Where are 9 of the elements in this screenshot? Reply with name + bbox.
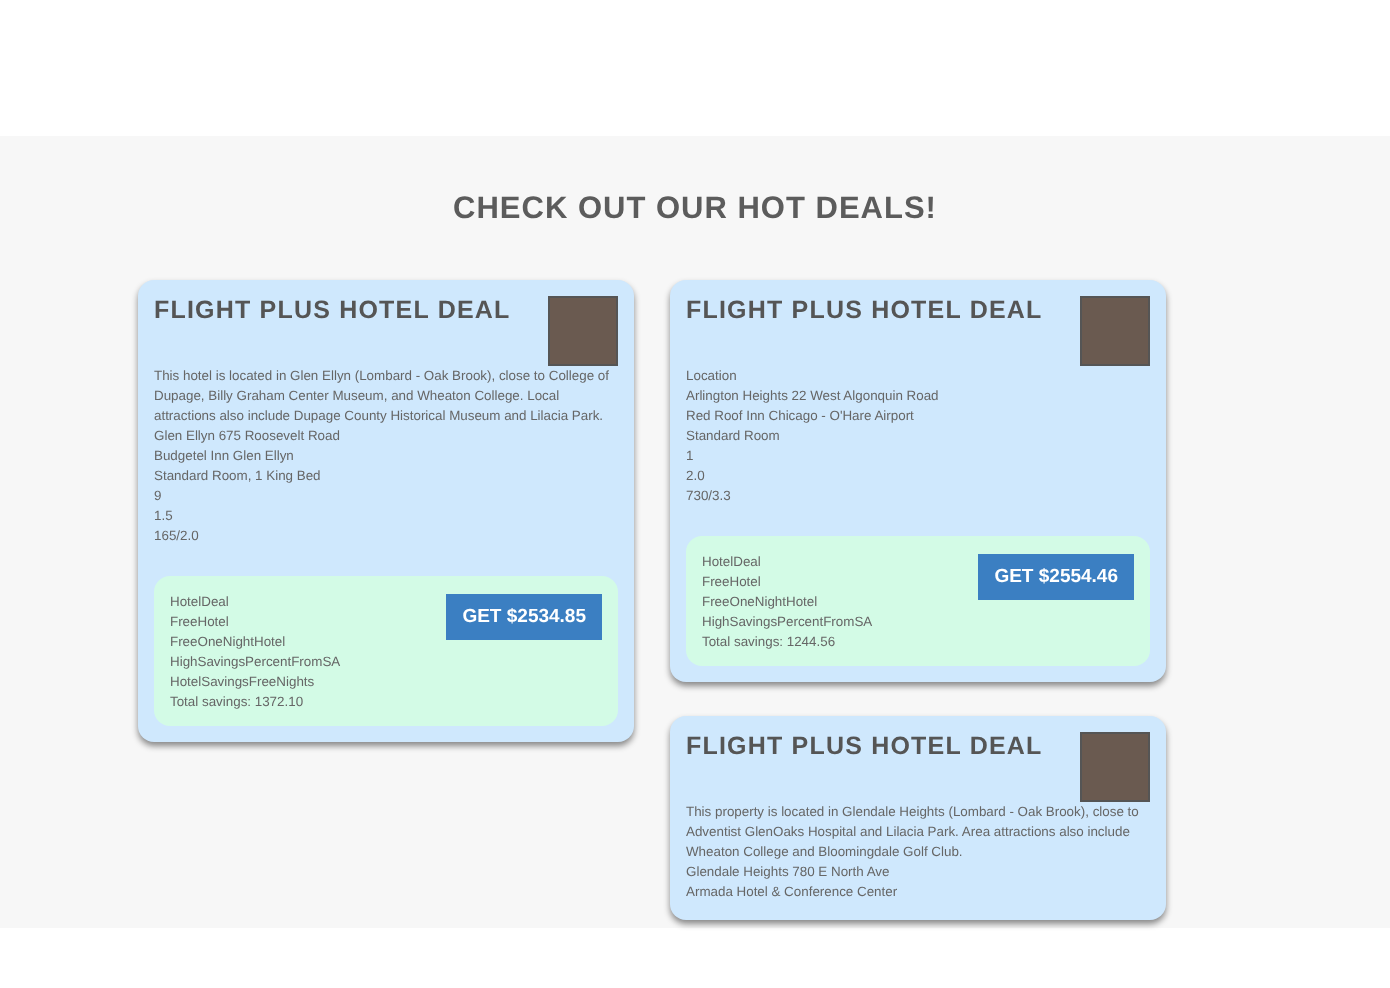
section-heading: CHECK OUT OUR HOT DEALS! [451, 190, 939, 226]
photo-placeholder [1080, 296, 1150, 366]
get-price-button[interactable]: GET $2554.46 [978, 554, 1134, 600]
deal-title: FLIGHT PLUS HOTEL DEAL [686, 296, 1043, 324]
deal-title: FLIGHT PLUS HOTEL DEAL [154, 296, 511, 324]
photo-placeholder [548, 296, 618, 366]
get-price-button[interactable]: GET $2534.85 [446, 594, 602, 640]
photo-placeholder [1080, 732, 1150, 802]
deal-title: FLIGHT PLUS HOTEL DEAL [686, 732, 1043, 760]
